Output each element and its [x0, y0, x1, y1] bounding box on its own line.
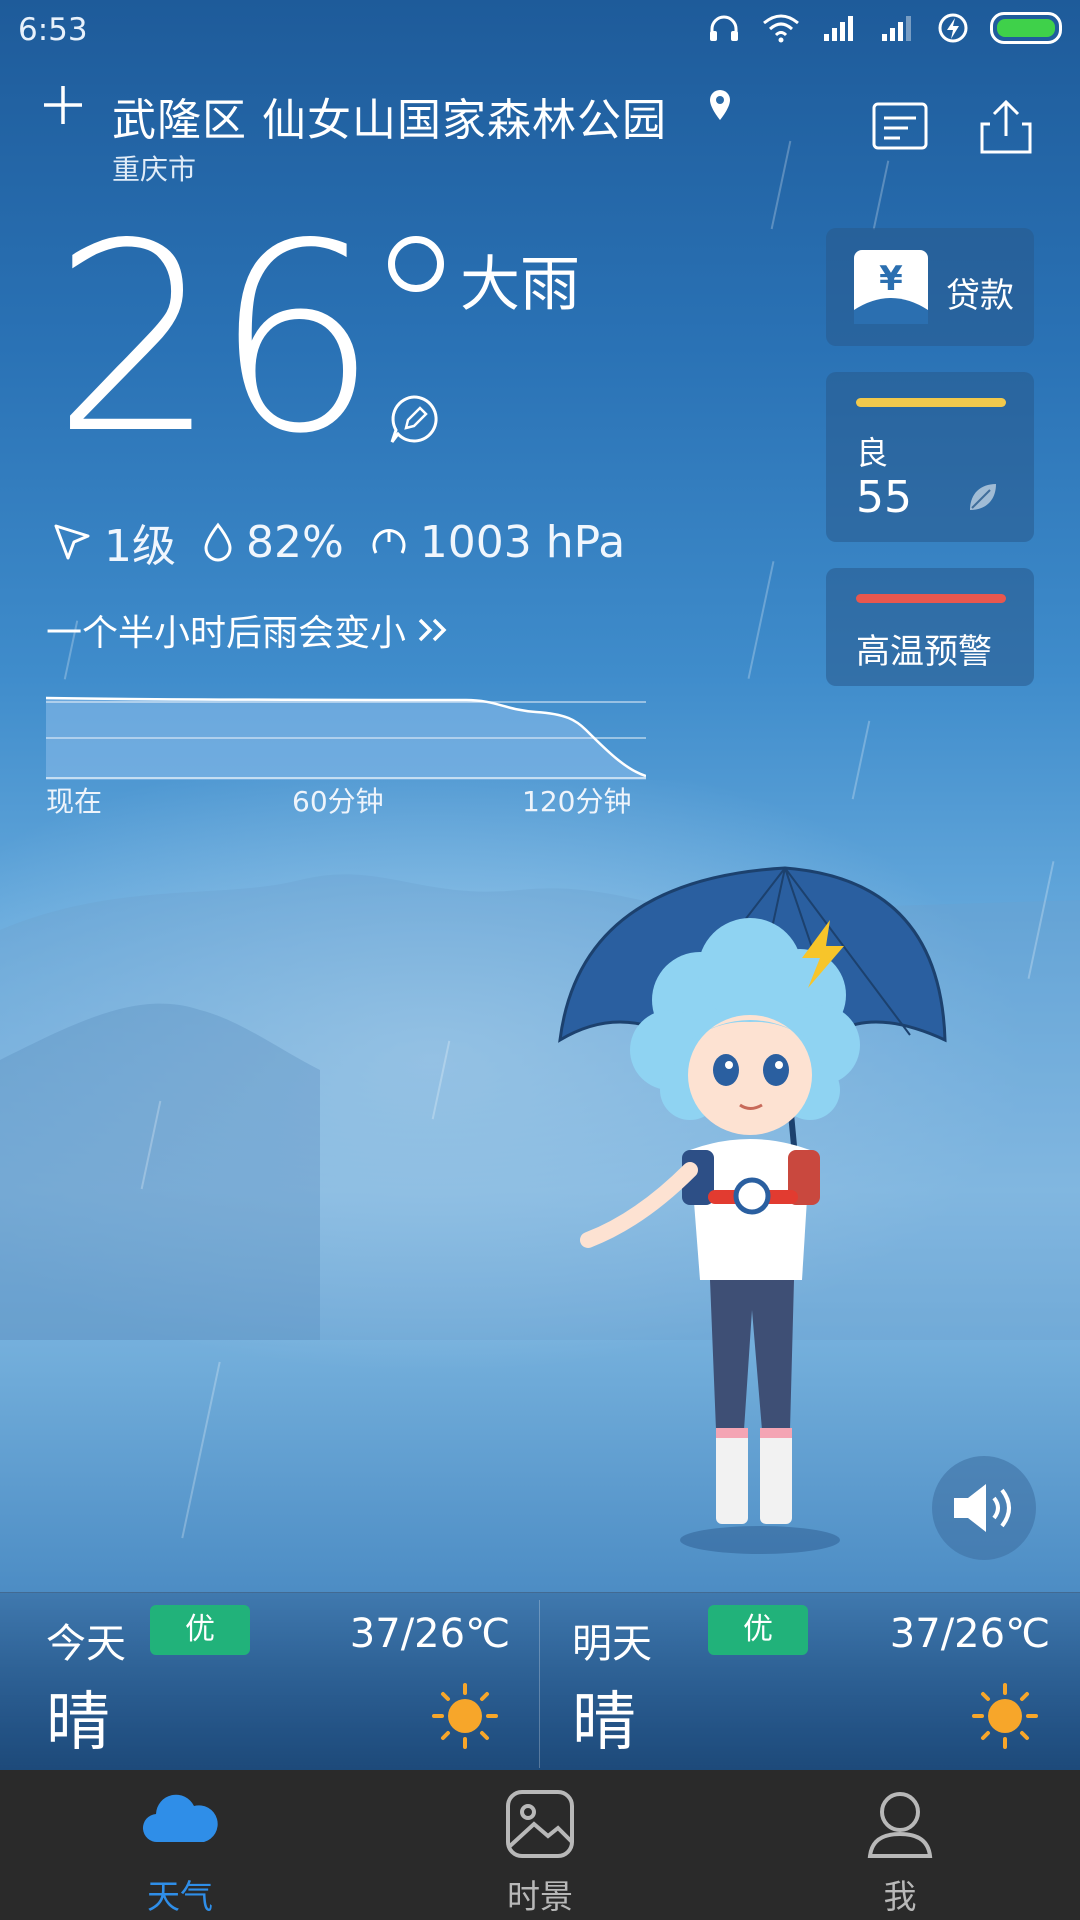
wind-value: 1级 — [104, 521, 176, 572]
double-chevron-right-icon — [418, 618, 447, 642]
wind-direction-icon — [54, 524, 90, 560]
news-button[interactable] — [870, 98, 930, 158]
current-condition: 大雨 — [460, 250, 580, 320]
tab-label: 天气 — [147, 1877, 213, 1916]
degree-symbol — [388, 236, 444, 292]
humidity-value: 82% — [246, 516, 344, 568]
air-quality-badge: 优 — [708, 1605, 808, 1655]
weather-metrics: 1级 82% 1003 hPa — [52, 510, 651, 574]
yen-symbol: ¥ — [879, 259, 903, 299]
day-condition: 晴 — [572, 1686, 636, 1760]
warning-color-bar — [856, 594, 1006, 603]
day-name: 今天 — [46, 1621, 126, 1667]
pressure-value: 1003 hPa — [419, 516, 626, 568]
signal-icon-2 — [882, 16, 911, 41]
leaf-icon — [970, 484, 996, 510]
nowcast-link[interactable]: 一个半小时后雨会变小 — [46, 604, 452, 656]
tab-scenery[interactable]: 时景 — [360, 1770, 720, 1920]
day-name: 明天 — [572, 1621, 652, 1667]
current-temperature: 26 — [52, 189, 379, 491]
pressure-metric: 1003 hPa — [370, 517, 625, 568]
warning-label: 高温预警 — [856, 632, 992, 672]
forecast-today[interactable]: 今天 优 37/26℃ 晴 — [0, 1593, 540, 1771]
sun-icon — [972, 1683, 1038, 1749]
weather-screen: 6:53 武隆区 仙女山国家森林公园 重庆市 26 大雨 1级 82% 1003… — [0, 0, 1080, 1920]
news-list-icon — [872, 102, 928, 150]
headphones-icon — [710, 15, 738, 41]
chart-axis-now: 现在 — [46, 785, 103, 818]
charging-icon — [938, 13, 968, 43]
chart-axis-60: 60分钟 — [292, 785, 384, 818]
location-title[interactable]: 武隆区 仙女山国家森林公园 — [112, 84, 667, 148]
temp-range: 37/26℃ — [349, 1611, 510, 1657]
forecast-divider — [539, 1600, 540, 1768]
aqi-card[interactable]: 良 55 — [826, 372, 1034, 542]
loan-icon: ¥ — [854, 250, 928, 324]
aqi-level: 良 — [856, 434, 889, 472]
location-city: 重庆市 — [112, 153, 197, 186]
location-header: 武隆区 仙女山国家森林公园 重庆市 — [0, 70, 1080, 190]
person-icon — [867, 1792, 933, 1858]
forecast-tomorrow[interactable]: 明天 优 37/26℃ 晴 — [540, 1593, 1080, 1771]
sun-icon — [432, 1683, 498, 1749]
signal-icon-1 — [824, 16, 853, 41]
tab-me[interactable]: 我 — [720, 1770, 1080, 1920]
loan-label: 贷款 — [946, 276, 1014, 316]
battery-icon — [990, 12, 1062, 44]
bottom-tab-bar: 天气 时景 我 — [0, 1770, 1080, 1920]
sound-toggle-button[interactable] — [932, 1456, 1036, 1560]
status-time: 6:53 — [18, 12, 88, 48]
tab-weather[interactable]: 天气 — [0, 1770, 360, 1920]
feedback-edit-button[interactable] — [388, 394, 440, 446]
chart-axis-120: 120分钟 — [522, 785, 632, 818]
tab-label: 时景 — [507, 1877, 573, 1916]
add-city-button[interactable] — [42, 84, 84, 134]
loan-card[interactable]: ¥ 贷款 — [826, 228, 1034, 346]
rain-nowcast-chart — [46, 696, 646, 780]
aqi-value: 55 — [856, 472, 912, 523]
share-icon — [980, 99, 1032, 154]
droplet-icon — [204, 522, 232, 562]
speaker-icon — [954, 1484, 1011, 1532]
humidity-metric: 82% — [202, 517, 344, 568]
mascot-illustration — [558, 866, 947, 1554]
plus-icon — [44, 86, 82, 124]
pencil-bubble-icon — [390, 395, 438, 443]
status-bar: 6:53 — [0, 0, 1080, 60]
aqi-color-bar — [856, 398, 1006, 407]
cloud-icon — [142, 1794, 218, 1843]
day-condition: 晴 — [46, 1686, 110, 1760]
nowcast-text: 一个半小时后雨会变小 — [46, 613, 407, 654]
wifi-icon — [763, 14, 799, 43]
tab-label: 我 — [883, 1877, 917, 1916]
daily-forecast-strip: 今天 优 37/26℃ 晴 明天 优 37/26℃ 晴 — [0, 1592, 1080, 1771]
picture-icon — [506, 1790, 574, 1858]
air-quality-badge: 优 — [150, 1605, 250, 1655]
location-pin-icon — [710, 90, 730, 120]
share-button[interactable] — [976, 98, 1036, 158]
gauge-icon — [372, 529, 406, 554]
wind-metric: 1级 — [52, 510, 176, 574]
warning-card[interactable]: 高温预警 — [826, 568, 1034, 686]
temp-range: 37/26℃ — [889, 1611, 1050, 1657]
